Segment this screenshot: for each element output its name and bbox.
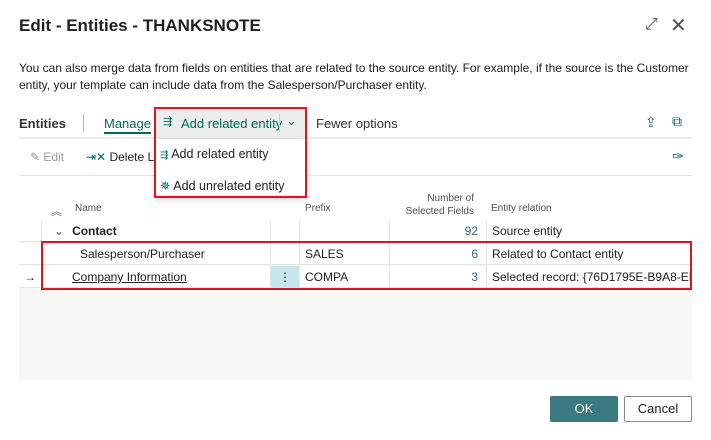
relation-cell: Source entity bbox=[492, 224, 563, 238]
edit-label: Edit bbox=[43, 150, 65, 164]
count-cell: 92 bbox=[390, 220, 487, 242]
manage-tab[interactable]: Manage bbox=[104, 116, 151, 134]
delete-line-icon: ⇥✕ bbox=[86, 150, 107, 164]
header-line: Number of bbox=[427, 193, 474, 204]
section-title: Entities bbox=[19, 116, 66, 131]
close-icon[interactable]: ✕ bbox=[670, 13, 687, 38]
column-header-number-of-selected-fields[interactable]: Number of Selected Fields bbox=[400, 192, 474, 218]
divider bbox=[19, 175, 692, 176]
dialog-title: Edit - Entities - THANKSNOTE bbox=[19, 16, 261, 35]
highlight-rows bbox=[41, 241, 692, 290]
edit-button[interactable]: ✎ Edit bbox=[30, 150, 64, 164]
edit-icon: ✎ bbox=[30, 150, 41, 164]
header-line: Selected Fields bbox=[405, 206, 474, 217]
pin-icon[interactable]: ✑ bbox=[672, 148, 684, 165]
share-icon[interactable]: ⇪ bbox=[645, 114, 657, 131]
collapse-all-icon[interactable]: ︽ bbox=[51, 203, 62, 219]
fewer-options-button[interactable]: Fewer options bbox=[316, 116, 398, 131]
current-row-arrow-icon: → bbox=[19, 266, 42, 288]
column-header-name[interactable]: Name bbox=[75, 203, 102, 214]
column-header-entity-relation[interactable]: Entity relation bbox=[491, 203, 552, 214]
ok-button[interactable]: OK bbox=[550, 396, 618, 422]
open-in-new-window-icon[interactable]: ⧉ bbox=[672, 113, 682, 130]
cancel-button[interactable]: Cancel bbox=[624, 396, 692, 422]
prefix-cell bbox=[300, 220, 390, 242]
highlight-dropdown bbox=[154, 107, 307, 198]
name-cell: Contact bbox=[72, 224, 117, 238]
table-row[interactable]: ⌄ Contact 92 Source entity bbox=[19, 220, 692, 242]
divider bbox=[83, 114, 84, 132]
toolbar-divider bbox=[19, 137, 692, 139]
chevron-down-icon[interactable]: ⌄ bbox=[54, 224, 64, 238]
column-header-prefix[interactable]: Prefix bbox=[305, 203, 331, 214]
expand-icon[interactable]: ⤢ bbox=[645, 16, 658, 34]
description: You can also merge data from fields on e… bbox=[19, 61, 689, 92]
